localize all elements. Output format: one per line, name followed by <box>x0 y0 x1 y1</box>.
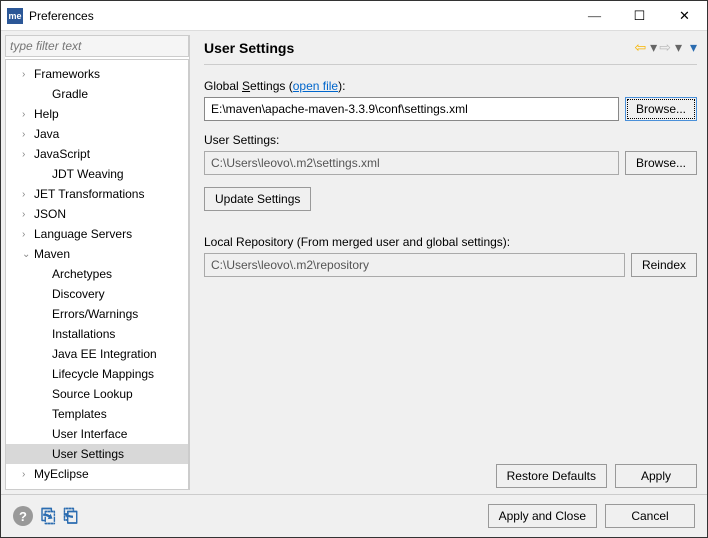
tree-item-source-lookup[interactable]: Source Lookup <box>6 384 188 404</box>
user-settings-input[interactable] <box>204 151 619 175</box>
tree-item-java[interactable]: ›Java <box>6 124 188 144</box>
tree-item-label: Archetypes <box>52 267 112 281</box>
preference-tree[interactable]: ›FrameworksGradle›Help›Java›JavaScriptJD… <box>5 59 189 490</box>
chevron-icon: › <box>22 209 34 220</box>
tree-item-discovery[interactable]: Discovery <box>6 284 188 304</box>
tree-item-errors-warnings[interactable]: Errors/Warnings <box>6 304 188 324</box>
global-settings-input[interactable] <box>204 97 619 121</box>
tree-item-java-ee-integration[interactable]: Java EE Integration <box>6 344 188 364</box>
global-browse-button[interactable]: Browse... <box>625 97 697 121</box>
tree-item-label: JavaScript <box>34 147 90 161</box>
maximize-button[interactable]: ☐ <box>617 1 662 31</box>
nav-arrows: ⇦▾ ⇨▾ ▾ <box>634 39 697 56</box>
tree-item-label: Java <box>34 127 59 141</box>
apply-and-close-button[interactable]: Apply and Close <box>488 504 597 528</box>
local-repo-label: Local Repository (From merged user and g… <box>204 235 697 249</box>
forward-icon: ⇨ <box>659 39 671 56</box>
tree-item-label: Maven <box>34 247 70 261</box>
tree-item-user-interface[interactable]: User Interface <box>6 424 188 444</box>
chevron-icon: › <box>22 229 34 240</box>
tree-item-myeclipse[interactable]: ›MyEclipse <box>6 464 188 484</box>
cancel-button[interactable]: Cancel <box>605 504 695 528</box>
help-icon[interactable]: ? <box>13 506 33 526</box>
tree-item-lifecycle-mappings[interactable]: Lifecycle Mappings <box>6 364 188 384</box>
tree-item-label: Help <box>34 107 59 121</box>
tree-item-label: User Settings <box>52 447 124 461</box>
chevron-icon: › <box>22 69 34 80</box>
tree-item-frameworks[interactable]: ›Frameworks <box>6 64 188 84</box>
tree-item-label: Frameworks <box>34 67 100 81</box>
tree-item-label: Java EE Integration <box>52 347 157 361</box>
tree-item-label: Errors/Warnings <box>52 307 138 321</box>
open-file-link[interactable]: open file <box>293 79 338 93</box>
import-icon[interactable]: ⎘ <box>41 506 55 527</box>
tree-item-label: Installations <box>52 327 115 341</box>
close-button[interactable]: ✕ <box>662 1 707 31</box>
chevron-icon: › <box>22 109 34 120</box>
tree-item-archetypes[interactable]: Archetypes <box>6 264 188 284</box>
tree-item-help[interactable]: ›Help <box>6 104 188 124</box>
export-icon[interactable]: ⎗ <box>63 506 77 527</box>
tree-item-json[interactable]: ›JSON <box>6 204 188 224</box>
tree-item-label: Language Servers <box>34 227 132 241</box>
reindex-button[interactable]: Reindex <box>631 253 697 277</box>
tree-item-label: JET Transformations <box>34 187 144 201</box>
tree-item-label: JDT Weaving <box>52 167 124 181</box>
chevron-icon: › <box>22 149 34 160</box>
tree-item-gradle[interactable]: Gradle <box>6 84 188 104</box>
app-icon: me <box>7 8 23 24</box>
view-menu-icon[interactable]: ▾ <box>690 39 697 56</box>
tree-item-javascript[interactable]: ›JavaScript <box>6 144 188 164</box>
user-settings-label: User Settings: <box>204 133 697 147</box>
tree-item-language-servers[interactable]: ›Language Servers <box>6 224 188 244</box>
forward-menu-icon[interactable]: ▾ <box>675 39 682 56</box>
tree-item-label: JSON <box>34 207 66 221</box>
tree-item-label: MyEclipse <box>34 467 89 481</box>
titlebar: me Preferences — ☐ ✕ <box>1 1 707 31</box>
main-panel: User Settings ⇦▾ ⇨▾ ▾ Global Settings (o… <box>190 31 707 494</box>
tree-item-label: Source Lookup <box>52 387 133 401</box>
local-repo-input <box>204 253 625 277</box>
tree-item-label: User Interface <box>52 427 127 441</box>
global-settings-label: Global Settings (open file): <box>204 79 697 93</box>
back-menu-icon[interactable]: ▾ <box>650 39 657 56</box>
chevron-icon: › <box>22 469 34 480</box>
page-heading: User Settings <box>204 40 634 56</box>
minimize-button[interactable]: — <box>572 1 617 31</box>
footer: ? ⎘ ⎗ Apply and Close Cancel <box>1 495 707 537</box>
window-title: Preferences <box>29 9 572 23</box>
back-icon[interactable]: ⇦ <box>634 39 646 56</box>
restore-defaults-button[interactable]: Restore Defaults <box>496 464 607 488</box>
tree-item-label: Gradle <box>52 87 88 101</box>
tree-item-installations[interactable]: Installations <box>6 324 188 344</box>
tree-item-jet-transformations[interactable]: ›JET Transformations <box>6 184 188 204</box>
chevron-icon: ⌄ <box>22 249 34 260</box>
user-browse-button[interactable]: Browse... <box>625 151 697 175</box>
tree-item-maven[interactable]: ⌄Maven <box>6 244 188 264</box>
tree-item-user-settings[interactable]: User Settings <box>6 444 188 464</box>
update-settings-button[interactable]: Update Settings <box>204 187 311 211</box>
filter-input[interactable] <box>5 35 189 57</box>
tree-item-label: Templates <box>52 407 107 421</box>
chevron-icon: › <box>22 189 34 200</box>
tree-item-label: Discovery <box>52 287 105 301</box>
tree-item-jdt-weaving[interactable]: JDT Weaving <box>6 164 188 184</box>
sidebar: ›FrameworksGradle›Help›Java›JavaScriptJD… <box>5 35 190 490</box>
chevron-icon: › <box>22 129 34 140</box>
apply-button[interactable]: Apply <box>615 464 697 488</box>
tree-item-label: Lifecycle Mappings <box>52 367 154 381</box>
tree-item-templates[interactable]: Templates <box>6 404 188 424</box>
